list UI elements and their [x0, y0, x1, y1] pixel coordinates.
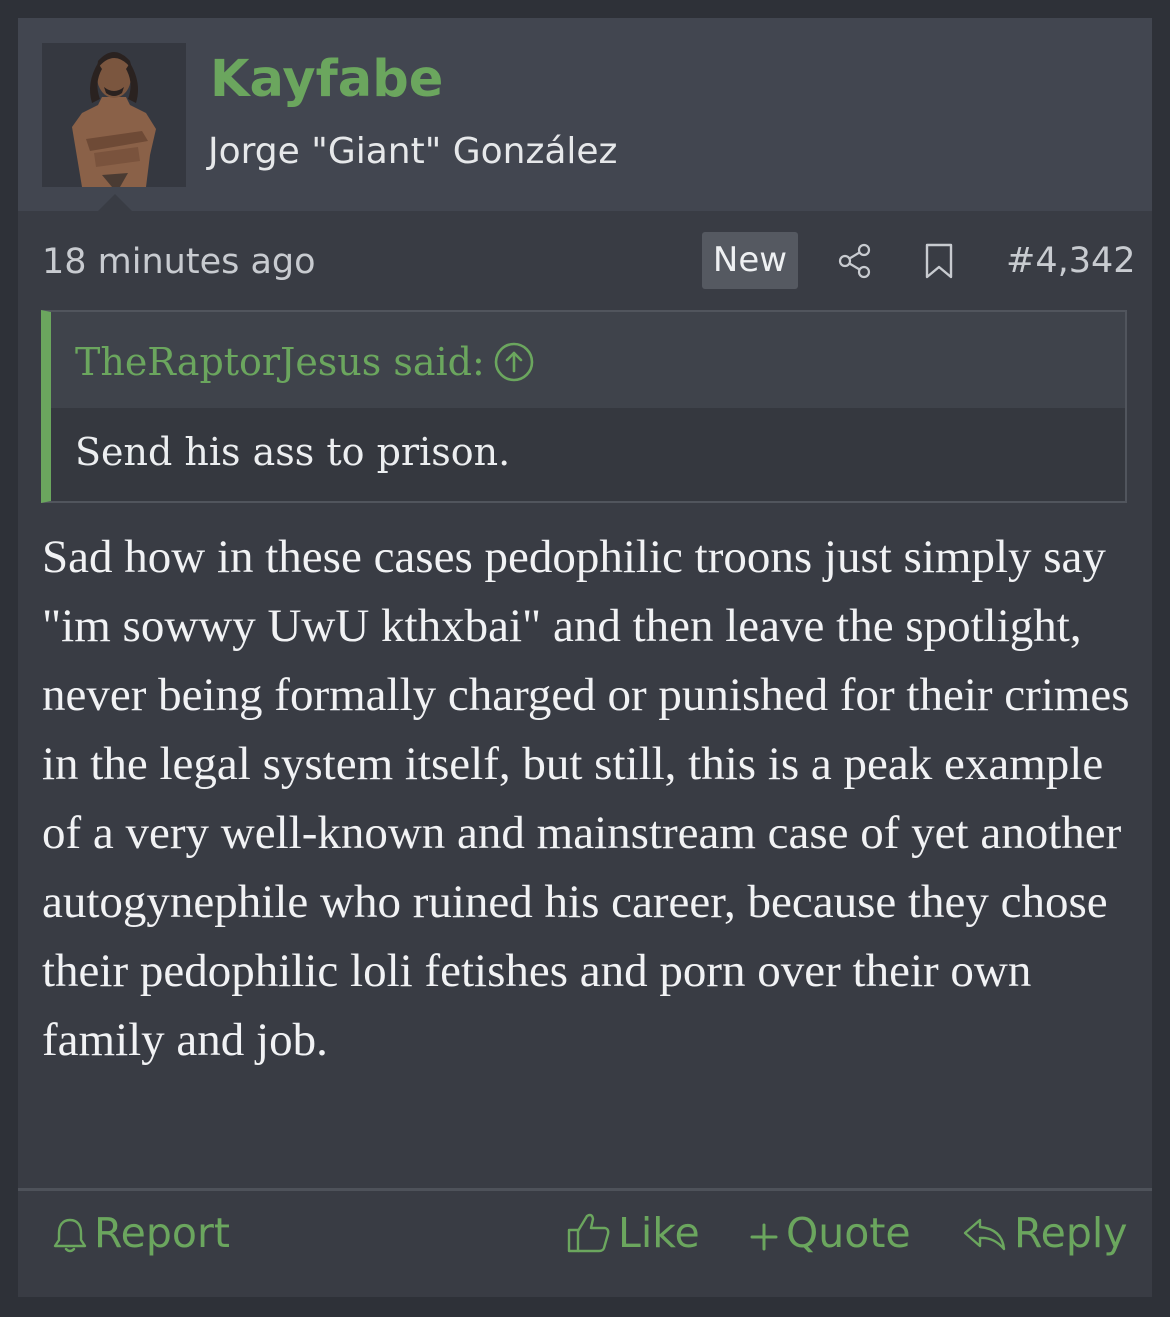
quote-header: TheRaptorJesus said: — [51, 312, 1125, 408]
like-label: Like — [618, 1209, 700, 1257]
user-title: Jorge "Giant" González — [208, 131, 618, 172]
footer-divider — [18, 1188, 1152, 1191]
post-timestamp[interactable]: 18 minutes ago — [42, 240, 316, 284]
quote-button[interactable]: Quote — [748, 1207, 911, 1259]
post-header: Kayfabe Jorge "Giant" González — [18, 18, 1152, 211]
share-icon[interactable] — [836, 242, 874, 284]
plus-icon — [750, 1223, 778, 1251]
header-pointer — [98, 194, 132, 211]
reply-label: Reply — [1014, 1209, 1128, 1257]
report-button[interactable]: Report — [52, 1207, 230, 1259]
report-label: Report — [94, 1209, 230, 1257]
new-badge: New — [702, 232, 798, 289]
quote-body: Send his ass to prison. — [75, 430, 511, 474]
post-meta: 18 minutes ago New #4,342 — [18, 232, 1152, 292]
avatar-image — [42, 43, 186, 187]
avatar[interactable] — [42, 43, 186, 187]
bell-icon — [53, 1218, 87, 1253]
username[interactable]: Kayfabe — [210, 48, 443, 112]
quote-label: Quote — [786, 1209, 911, 1257]
quote-block: TheRaptorJesus said: Send his ass to pri… — [41, 310, 1127, 503]
reply-arrow-icon — [963, 1218, 1006, 1251]
reply-button[interactable]: Reply — [962, 1207, 1128, 1259]
arrow-up-circle-icon[interactable] — [493, 341, 535, 387]
quote-author[interactable]: TheRaptorJesus said: — [75, 338, 485, 386]
post-message: Sad how in these cases pedophilic troons… — [42, 531, 1130, 1066]
like-button[interactable]: Like — [566, 1207, 700, 1259]
bookmark-icon[interactable] — [923, 242, 955, 284]
thumbs-up-icon — [567, 1213, 610, 1253]
post-number[interactable]: #4,342 — [1006, 238, 1136, 284]
post: Kayfabe Jorge "Giant" González 18 minute… — [18, 18, 1152, 1297]
